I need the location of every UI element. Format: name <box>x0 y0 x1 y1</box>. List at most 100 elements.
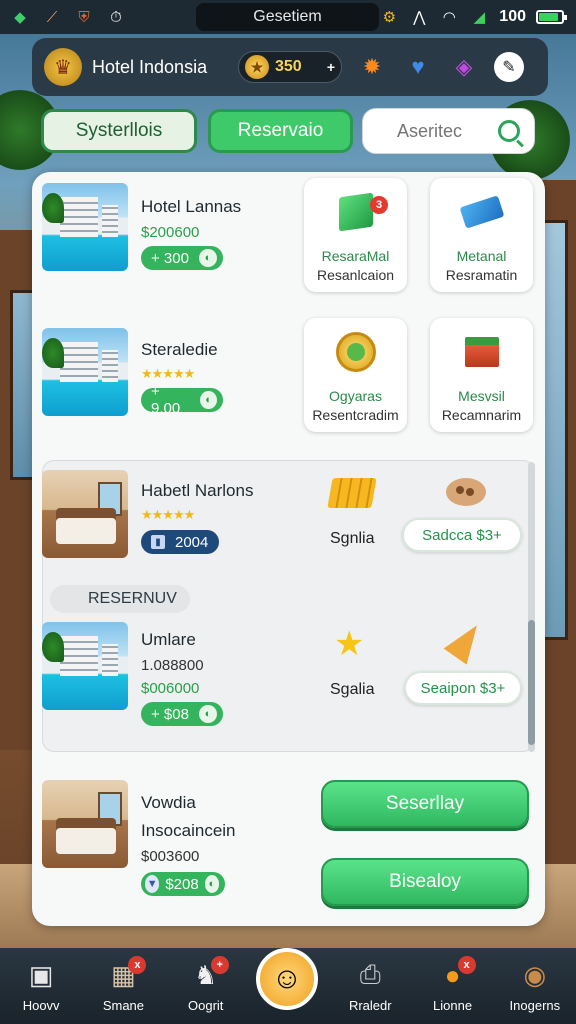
hotel-name: Umlare <box>141 630 196 649</box>
nav-badge: + <box>210 956 229 974</box>
gem-icon: ◆ <box>14 9 26 26</box>
hotel-name: Hotel Lannas <box>141 197 242 216</box>
scrollbar-thumb[interactable] <box>528 620 535 745</box>
reward-pill[interactable]: ▼ $208 ◐ <box>141 872 225 896</box>
nav-item-home[interactable]: ▣ Hoovv <box>4 956 78 1014</box>
hotel-thumbnail[interactable] <box>42 780 128 868</box>
nav-label: Rraledr <box>348 998 392 1013</box>
pill-value: + 300 <box>151 249 189 267</box>
hotel-title: Hotel Indonsia <box>92 56 208 77</box>
card-title: Mesvsil <box>458 388 505 404</box>
primary-action-button[interactable]: Seserllay <box>321 780 529 828</box>
nav-item-inogerns[interactable]: ◉ Inogerns <box>498 956 572 1014</box>
nav-label: Smane <box>102 998 145 1013</box>
status-bar: ◆ ⟋ ⛨ ⏱ Gesetiem ⚙ ⋀ ◠ ◢ 100 <box>0 0 576 34</box>
notification-badge: 3 <box>370 196 388 214</box>
reward-pill[interactable]: + 300 ◐ <box>141 246 223 270</box>
hotel-price: $006000 <box>141 680 200 697</box>
nav-badge: x <box>457 956 476 974</box>
card-title: Ogyaras <box>329 388 382 404</box>
buy-button[interactable]: Sadcca $3+ <box>402 518 522 552</box>
garuda-crest-icon: ♛ <box>44 48 82 86</box>
cone-icon <box>443 617 489 665</box>
card-subtitle: Resanlcaion <box>316 267 395 283</box>
settings-icon: ⚙ <box>382 9 397 26</box>
coin-amount: 350 <box>275 58 302 75</box>
smiley-flower-icon[interactable]: ☺ <box>256 948 318 1010</box>
star-icon: ★ <box>334 625 365 663</box>
nav-item-rraledr[interactable]: ⎙ Rraledr <box>333 956 407 1013</box>
shield-token-icon: ▼ <box>145 875 160 893</box>
search-box[interactable] <box>362 108 535 154</box>
pill-value: $208 <box>165 875 199 893</box>
hotel-detail: Insocaincein <box>141 821 236 840</box>
cellular-icon: ◢ <box>473 9 486 26</box>
hotel-name: Vowdia <box>141 793 196 812</box>
hotel-thumbnail[interactable] <box>42 622 128 710</box>
red-box-icon <box>462 332 502 372</box>
status-title: Gesetiem <box>196 3 379 31</box>
pill-value: + $08 <box>151 705 189 723</box>
fire-icon[interactable]: ✹ <box>356 51 388 83</box>
printer-icon: ⎙ <box>359 959 381 989</box>
reward-pill[interactable]: + 9.00 ◐ <box>141 383 223 417</box>
buy-button[interactable]: Seaipon $3+ <box>404 671 522 705</box>
card-subtitle: Resentcradim <box>312 407 399 423</box>
battery-percent: 100 <box>499 8 526 25</box>
green-cube-icon <box>336 192 376 232</box>
hotel-thumbnail[interactable] <box>42 183 128 271</box>
hotel-thumbnail[interactable] <box>42 328 128 416</box>
timer-icon: ⏱ <box>110 8 122 26</box>
nav-item-lionne[interactable]: ● x Lionne <box>416 956 490 1013</box>
token-icon: ◐ <box>199 249 217 267</box>
star-rating: ★★★★★ <box>141 507 195 522</box>
hotel-thumbnail[interactable] <box>42 470 128 558</box>
nav-label: Hoovv <box>22 998 60 1013</box>
battery-icon <box>536 10 567 24</box>
item-label: Sgnlia <box>330 530 375 547</box>
heart-icon[interactable]: ♥ <box>402 51 434 83</box>
nav-badge: x <box>128 956 147 974</box>
amenity-card[interactable]: 3 ResaraMal Resanlcaion <box>304 178 407 292</box>
wifi-icon: ◠ <box>442 9 456 26</box>
token-icon: ◐ <box>204 875 219 893</box>
signal-icon: ⋀ <box>413 9 426 26</box>
tab-reservation[interactable]: Reservaio <box>208 109 353 153</box>
token-icon: ◐ <box>200 391 217 409</box>
amenity-card[interactable]: Mesvsil Recamnarim <box>430 318 533 432</box>
token-icon: ◐ <box>199 705 217 723</box>
tab-systems[interactable]: Systerllois <box>41 109 197 153</box>
secondary-action-button[interactable]: Bisealoy <box>321 858 529 906</box>
card-title: ResaraMal <box>321 248 390 264</box>
gems-icon[interactable]: ◈ <box>448 51 480 83</box>
gold-medal-icon <box>336 332 376 372</box>
amenity-card[interactable]: Metanal Resramatin <box>430 178 533 292</box>
hotel-detail: 1.088800 <box>141 657 204 674</box>
box-icon: ▣ <box>28 959 54 990</box>
header-bar: ♛ Hotel Indonsia ★ 350 + ✹ ♥ ◈ ✎ <box>32 38 548 96</box>
nav-item-smane[interactable]: ▦ x Smane <box>86 956 160 1013</box>
edit-icon[interactable]: ✎ <box>494 52 524 82</box>
pill-value: + 9.00 <box>151 383 181 417</box>
search-icon[interactable] <box>498 120 520 142</box>
star-rating: ★★★★★ <box>141 366 195 381</box>
amenity-card[interactable]: Ogyaras Resentcradim <box>304 318 407 432</box>
ticket-icon: ▮ <box>151 535 165 549</box>
add-coins-icon[interactable]: + <box>327 59 335 75</box>
card-title: Metanal <box>456 248 507 264</box>
search-input[interactable] <box>397 120 493 142</box>
coin-balance[interactable]: ★ 350 + <box>238 51 342 83</box>
nav-label: Oogrit <box>188 998 224 1013</box>
shield-icon: ⛨ <box>78 8 90 26</box>
nav-item-oogrit[interactable]: ♞ + Oogrit <box>169 956 243 1013</box>
palette-icon <box>446 478 486 506</box>
item-label: Sgalia <box>330 681 375 698</box>
nav-label: Inogerns <box>509 998 561 1013</box>
section-label: RESERNUV <box>50 585 190 613</box>
reward-pill[interactable]: + $08 ◐ <box>141 702 223 726</box>
hotel-name: Steraledie <box>141 340 218 359</box>
hotel-price: $200600 <box>141 224 200 241</box>
reward-pill[interactable]: ▮ 2004 <box>141 530 219 554</box>
food-icon: ◉ <box>523 959 547 990</box>
card-subtitle: Resramatin <box>445 267 518 283</box>
